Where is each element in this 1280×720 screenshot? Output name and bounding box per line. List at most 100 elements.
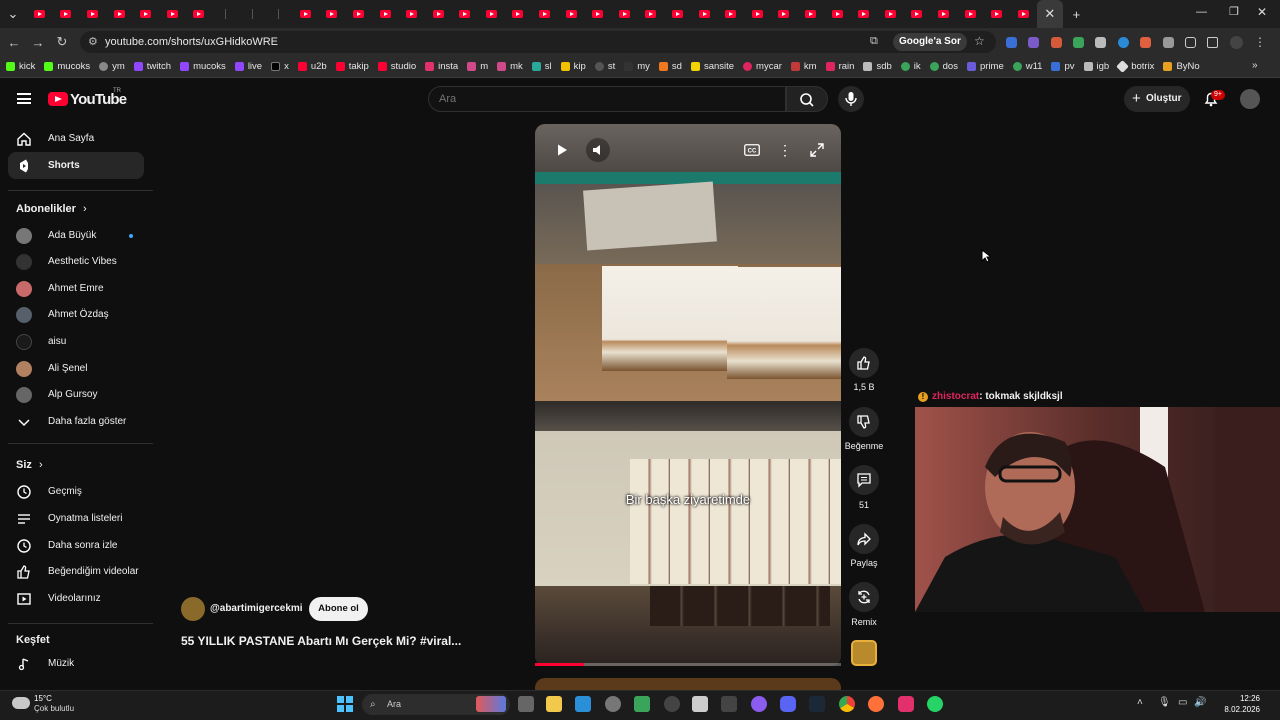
windows-start-icon[interactable] bbox=[337, 696, 353, 712]
next-short-preview[interactable] bbox=[535, 678, 841, 690]
close-window-icon[interactable]: ✕ bbox=[1257, 5, 1267, 19]
video-progress-bar[interactable] bbox=[535, 663, 841, 666]
extension-icon[interactable] bbox=[1050, 36, 1062, 48]
browser-tab[interactable] bbox=[478, 0, 505, 28]
browser-tab[interactable] bbox=[212, 0, 239, 28]
cast-icon[interactable]: ⧉ bbox=[870, 35, 878, 48]
network-icon[interactable]: ▭ bbox=[1178, 697, 1187, 708]
browser-tab[interactable] bbox=[558, 0, 585, 28]
browser-tab[interactable] bbox=[505, 0, 532, 28]
reading-list-icon[interactable] bbox=[1207, 36, 1219, 48]
app-icon[interactable] bbox=[692, 696, 708, 712]
bookmark-item[interactable]: botrix bbox=[1116, 60, 1154, 73]
bookmark-item[interactable]: sl bbox=[531, 61, 552, 72]
browser-tab[interactable] bbox=[292, 0, 319, 28]
browser-tab[interactable] bbox=[824, 0, 851, 28]
site-info-icon[interactable]: ⚙ bbox=[88, 35, 98, 48]
browser-tab[interactable] bbox=[132, 0, 159, 28]
browser-tab[interactable] bbox=[904, 0, 931, 28]
browser-tab[interactable] bbox=[983, 0, 1010, 28]
bookmark-item[interactable]: m bbox=[467, 61, 488, 72]
more-bookmarks-icon[interactable]: » bbox=[1252, 60, 1258, 71]
chevron-up-icon[interactable]: ˄ bbox=[1137, 697, 1143, 708]
create-button[interactable]: + Oluştur bbox=[1124, 86, 1190, 112]
active-browser-tab[interactable]: ✕ bbox=[1036, 0, 1064, 28]
browser-tab[interactable] bbox=[79, 0, 106, 28]
subscription-item[interactable]: Ahmet Emre bbox=[8, 275, 144, 302]
voice-search-button[interactable] bbox=[838, 86, 864, 112]
taskbar-clock[interactable]: 12:26 bbox=[1216, 694, 1260, 703]
bookmark-item[interactable]: igb bbox=[1083, 61, 1109, 72]
browser-tab[interactable] bbox=[1010, 0, 1037, 28]
video-title[interactable]: 55 YILLIK PASTANE Abartı Mı Gerçek Mi? #… bbox=[181, 634, 461, 648]
subscription-item[interactable]: aisu bbox=[8, 328, 144, 355]
extension-icon[interactable] bbox=[1117, 36, 1129, 48]
more-options-icon[interactable]: ⋮ bbox=[773, 138, 797, 162]
google-ask-button[interactable]: Google'a Sor bbox=[893, 33, 967, 51]
bookmark-item[interactable]: twitch bbox=[133, 61, 171, 72]
browser-tab[interactable] bbox=[186, 0, 213, 28]
app-icon[interactable] bbox=[751, 696, 767, 712]
browser-tab[interactable] bbox=[531, 0, 558, 28]
extension-icon[interactable] bbox=[1006, 36, 1017, 48]
new-tab-button[interactable]: + bbox=[1063, 0, 1090, 28]
microphone-tray-icon[interactable]: 🎙 bbox=[1158, 697, 1171, 708]
browser-tab[interactable] bbox=[691, 0, 718, 28]
bookmark-item[interactable]: mk bbox=[497, 61, 523, 72]
search-input[interactable] bbox=[428, 86, 786, 112]
channel-avatar[interactable] bbox=[181, 597, 205, 621]
bookmark-item[interactable]: sd bbox=[658, 61, 682, 72]
speaker-icon[interactable]: 🔊 bbox=[1194, 697, 1206, 708]
bookmark-item[interactable]: kip bbox=[560, 61, 586, 72]
sidebar-item-liked-videos[interactable]: Beğendiğim videolar bbox=[8, 558, 144, 585]
dislike-button[interactable] bbox=[849, 407, 879, 437]
bookmark-item[interactable]: ym bbox=[99, 61, 125, 72]
reload-icon[interactable]: ↻ bbox=[50, 34, 74, 50]
bookmark-item[interactable]: u2b bbox=[297, 61, 327, 72]
settings-gear-icon[interactable] bbox=[605, 696, 621, 712]
minimize-icon[interactable]: — bbox=[1196, 6, 1207, 18]
weather-widget[interactable] bbox=[12, 694, 30, 709]
browser-tab[interactable] bbox=[717, 0, 744, 28]
browser-tab[interactable] bbox=[850, 0, 877, 28]
bookmark-item[interactable]: rain bbox=[825, 61, 854, 72]
browser-tab[interactable] bbox=[930, 0, 957, 28]
play-button[interactable] bbox=[550, 138, 574, 162]
browser-tab[interactable] bbox=[53, 0, 80, 28]
steam-icon[interactable] bbox=[809, 696, 825, 712]
restore-icon[interactable]: ❐ bbox=[1229, 5, 1239, 18]
file-explorer-icon[interactable] bbox=[546, 696, 562, 712]
bookmark-item[interactable]: mucoks bbox=[44, 61, 90, 72]
extension-icon[interactable] bbox=[1140, 36, 1152, 48]
bookmark-item[interactable]: ByNo bbox=[1163, 61, 1200, 72]
browser-tab[interactable] bbox=[159, 0, 186, 28]
extension-icon[interactable] bbox=[1073, 36, 1085, 48]
bookmark-item[interactable]: insta bbox=[425, 61, 458, 72]
sidebar-item-history[interactable]: Geçmiş bbox=[8, 478, 144, 505]
comments-button[interactable] bbox=[849, 465, 879, 495]
subscriptions-header[interactable]: Abonelikler › bbox=[16, 203, 87, 215]
bookmark-item[interactable]: my bbox=[624, 61, 650, 72]
hamburger-menu-icon[interactable] bbox=[17, 93, 31, 104]
sidebar-item-watch-later[interactable]: Daha sonra izle bbox=[8, 532, 144, 559]
browser-tab[interactable] bbox=[744, 0, 771, 28]
url-text[interactable]: youtube.com/shorts/uxGHidkoWRE bbox=[105, 36, 278, 48]
sidebar-item-music[interactable]: Müzik bbox=[8, 650, 144, 677]
browser-tab[interactable] bbox=[771, 0, 798, 28]
extensions-puzzle-icon[interactable] bbox=[1184, 36, 1196, 48]
bookmark-item[interactable]: mucoks bbox=[180, 61, 226, 72]
sidebar-item-playlists[interactable]: Oynatma listeleri bbox=[8, 505, 144, 532]
browser-tab[interactable] bbox=[372, 0, 399, 28]
browser-tab[interactable] bbox=[957, 0, 984, 28]
browser-menu-icon[interactable]: ⋮ bbox=[1254, 35, 1266, 49]
youtube-logo-icon[interactable] bbox=[48, 92, 68, 106]
extension-icon[interactable] bbox=[1095, 36, 1107, 48]
bookmark-item[interactable]: studio bbox=[377, 61, 416, 72]
headset-app-icon[interactable] bbox=[634, 696, 650, 712]
profile-avatar-icon[interactable] bbox=[1229, 35, 1243, 49]
extension-icon[interactable] bbox=[1162, 36, 1174, 48]
subscription-item[interactable]: Ahmet Özdaş bbox=[8, 301, 144, 328]
discord-icon[interactable] bbox=[780, 696, 796, 712]
you-header[interactable]: Siz › bbox=[16, 459, 43, 471]
browser-tab[interactable] bbox=[664, 0, 691, 28]
